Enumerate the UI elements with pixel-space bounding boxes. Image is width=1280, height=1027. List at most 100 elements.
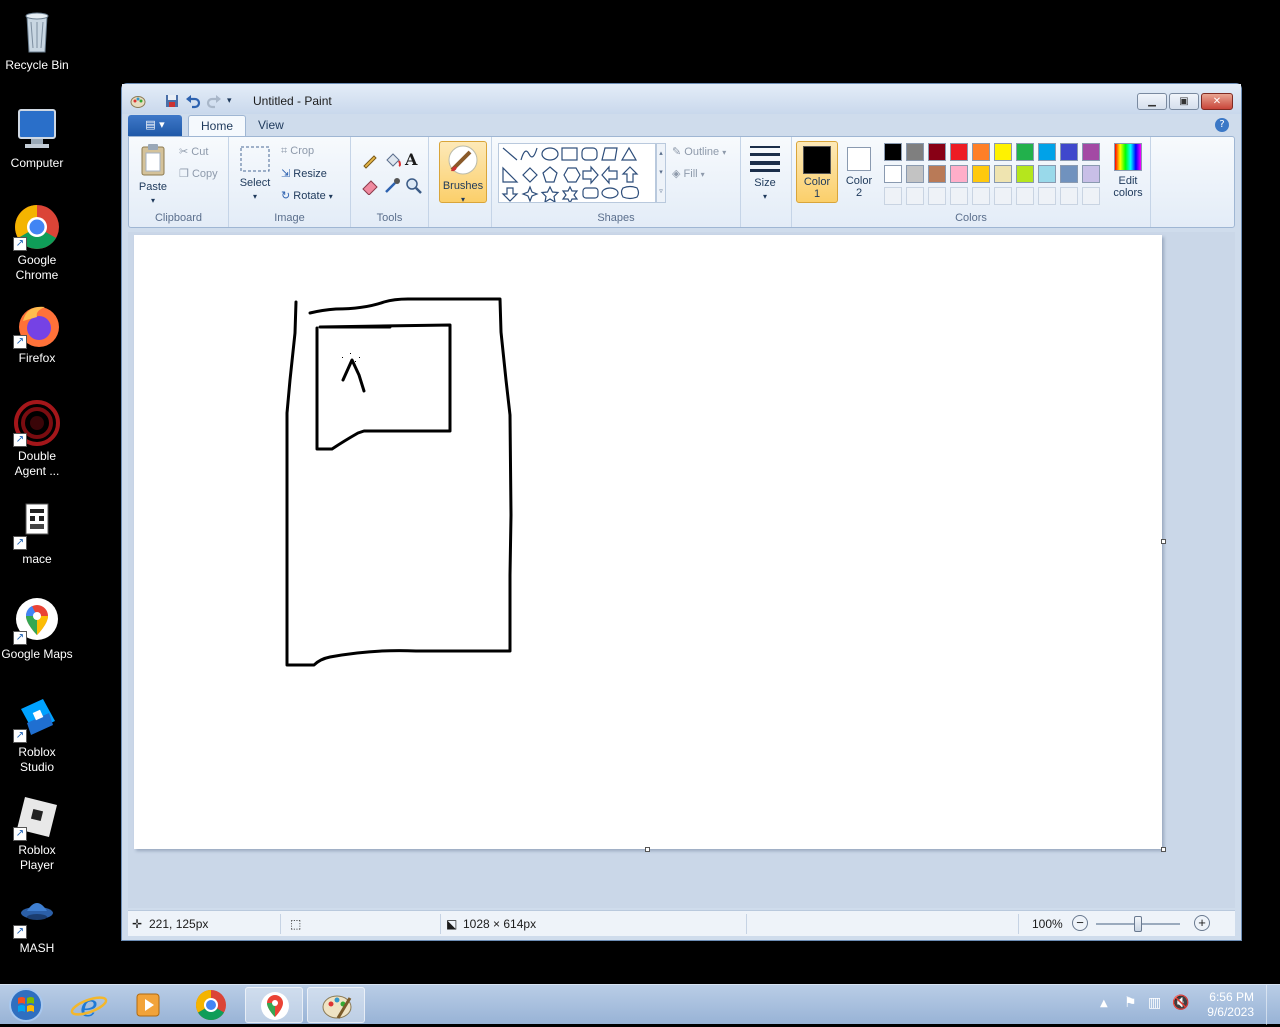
size-button[interactable]: Size ▾ <box>745 143 785 203</box>
palette-color-swatch[interactable] <box>1016 165 1034 183</box>
resize-handle-right[interactable] <box>1161 539 1166 544</box>
outline-button[interactable]: ✎ Outline ▾ <box>672 145 726 158</box>
palette-color-swatch[interactable] <box>950 165 968 183</box>
palette-color-swatch[interactable] <box>972 165 990 183</box>
eraser-icon[interactable] <box>361 177 379 196</box>
paste-button[interactable]: Paste ▾ <box>135 143 171 207</box>
undo-icon[interactable] <box>185 93 201 109</box>
zoom-slider-thumb[interactable] <box>1134 916 1142 932</box>
custom-color-slot[interactable] <box>884 187 902 205</box>
redo-icon[interactable] <box>206 93 222 109</box>
copy-button[interactable]: ❐ Copy <box>179 167 218 180</box>
palette-color-swatch[interactable] <box>906 143 924 161</box>
desktop-icon-double-agent[interactable]: ↗ Double Agent ... <box>0 399 74 479</box>
desktop-icon-computer[interactable]: Computer <box>0 106 74 171</box>
custom-color-slot[interactable] <box>1016 187 1034 205</box>
palette-color-swatch[interactable] <box>928 143 946 161</box>
tab-home[interactable]: Home <box>188 115 247 137</box>
custom-color-slot[interactable] <box>994 187 1012 205</box>
custom-color-slot[interactable] <box>928 187 946 205</box>
custom-color-slot[interactable] <box>906 187 924 205</box>
paint-menu-button[interactable]: ▤ ▾ <box>128 115 182 136</box>
palette-color-swatch[interactable] <box>1060 165 1078 183</box>
custom-color-slot[interactable] <box>972 187 990 205</box>
palette-color-swatch[interactable] <box>1016 143 1034 161</box>
text-tool-icon[interactable]: A <box>405 150 423 169</box>
drawing-canvas[interactable] <box>134 235 1162 849</box>
resize-handle-bottom[interactable] <box>645 847 650 852</box>
brushes-button[interactable]: Brushes ▾ <box>439 141 487 204</box>
resize-button[interactable]: ⇲ Resize <box>281 167 327 180</box>
tab-view[interactable]: View <box>246 115 296 137</box>
palette-color-swatch[interactable] <box>928 165 946 183</box>
resize-handle-corner[interactable] <box>1161 847 1166 852</box>
palette-color-swatch[interactable] <box>1082 165 1100 183</box>
zoom-in-button[interactable]: + <box>1194 915 1210 931</box>
cut-button[interactable]: ✂ Cut <box>179 145 208 158</box>
shapes-gallery-scroll[interactable]: ▴ ▾ ▿ <box>656 143 666 203</box>
shortcut-arrow-icon: ↗ <box>13 335 27 349</box>
desktop-icon-recycle-bin[interactable]: Recycle Bin <box>0 8 74 73</box>
desktop-icon-roblox-studio[interactable]: ↗ Roblox Studio <box>0 695 74 775</box>
palette-color-swatch[interactable] <box>1060 143 1078 161</box>
network-icon[interactable]: ▥ <box>1148 995 1161 1011</box>
edit-colors-button[interactable]: Edit colors <box>1108 143 1148 199</box>
palette-color-swatch[interactable] <box>884 143 902 161</box>
select-dropdown-icon[interactable]: ▾ <box>237 190 273 203</box>
desktop-icon-roblox-player[interactable]: ↗ Roblox Player <box>0 793 74 873</box>
taskbar-google-maps[interactable] <box>245 987 303 1023</box>
volume-muted-icon[interactable]: 🔇 <box>1172 995 1189 1011</box>
quick-access-dropdown-icon[interactable]: ▾ <box>227 93 243 109</box>
zoom-out-button[interactable]: − <box>1072 915 1088 931</box>
palette-color-swatch[interactable] <box>1082 143 1100 161</box>
custom-color-slot[interactable] <box>1060 187 1078 205</box>
desktop-icon-chrome[interactable]: ↗ Google Chrome <box>0 203 74 283</box>
custom-color-slot[interactable] <box>950 187 968 205</box>
palette-color-swatch[interactable] <box>1038 143 1056 161</box>
select-button[interactable]: Select ▾ <box>237 145 273 203</box>
palette-color-swatch[interactable] <box>994 165 1012 183</box>
close-button[interactable]: ✕ <box>1201 93 1233 110</box>
fill-bucket-icon[interactable] <box>383 151 401 169</box>
maximize-button[interactable]: ▣ <box>1169 93 1199 110</box>
save-icon[interactable] <box>164 93 180 109</box>
magnifier-icon[interactable] <box>405 177 423 195</box>
crop-button[interactable]: ⌗ Crop <box>281 145 314 158</box>
palette-color-swatch[interactable] <box>1038 165 1056 183</box>
palette-color-swatch[interactable] <box>884 165 902 183</box>
action-center-flag-icon[interactable]: ⚑ <box>1124 995 1137 1011</box>
minimize-button[interactable]: ▁ <box>1137 93 1167 110</box>
color-picker-icon[interactable] <box>383 177 401 195</box>
paint-app-icon[interactable] <box>130 93 146 109</box>
taskbar-internet-explorer[interactable]: e <box>60 987 118 1024</box>
title-bar[interactable]: ▾ Untitled - Paint ▁ ▣ ✕ <box>122 84 1241 114</box>
taskbar-paint[interactable] <box>307 987 365 1023</box>
palette-color-swatch[interactable] <box>972 143 990 161</box>
desktop-icon-mash[interactable]: ↗ MASH <box>0 891 74 956</box>
clock[interactable]: 6:56 PM 9/6/2023 <box>1207 990 1254 1020</box>
cursor-position-icon: ✛ <box>132 917 143 931</box>
palette-color-swatch[interactable] <box>950 143 968 161</box>
rotate-button[interactable]: ↻ Rotate ▾ <box>281 189 333 202</box>
taskbar-chrome[interactable] <box>182 987 240 1023</box>
svg-text:e: e <box>80 989 98 1023</box>
color2-button[interactable]: Color 2 <box>840 141 878 203</box>
custom-color-slot[interactable] <box>1038 187 1056 205</box>
desktop-icon-mace[interactable]: ↗ mace <box>0 502 74 567</box>
fill-button[interactable]: ◈ Fill ▾ <box>672 167 705 180</box>
paste-dropdown-icon[interactable]: ▾ <box>135 194 171 207</box>
start-button[interactable] <box>6 987 46 1023</box>
show-hidden-icons-button[interactable]: ▲ <box>1100 998 1108 1009</box>
pencil-icon[interactable] <box>361 151 379 169</box>
palette-color-swatch[interactable] <box>906 165 924 183</box>
zoom-slider[interactable] <box>1096 916 1180 932</box>
help-icon[interactable]: ? <box>1215 118 1229 132</box>
taskbar-media-player[interactable] <box>120 987 178 1023</box>
show-desktop-button[interactable] <box>1266 985 1280 1025</box>
desktop-icon-google-maps[interactable]: ↗ Google Maps <box>0 597 74 662</box>
desktop-icon-firefox[interactable]: ↗ Firefox <box>0 301 74 366</box>
color1-button[interactable]: Color 1 <box>796 141 838 203</box>
shapes-gallery-icons[interactable] <box>499 144 649 205</box>
palette-color-swatch[interactable] <box>994 143 1012 161</box>
custom-color-slot[interactable] <box>1082 187 1100 205</box>
